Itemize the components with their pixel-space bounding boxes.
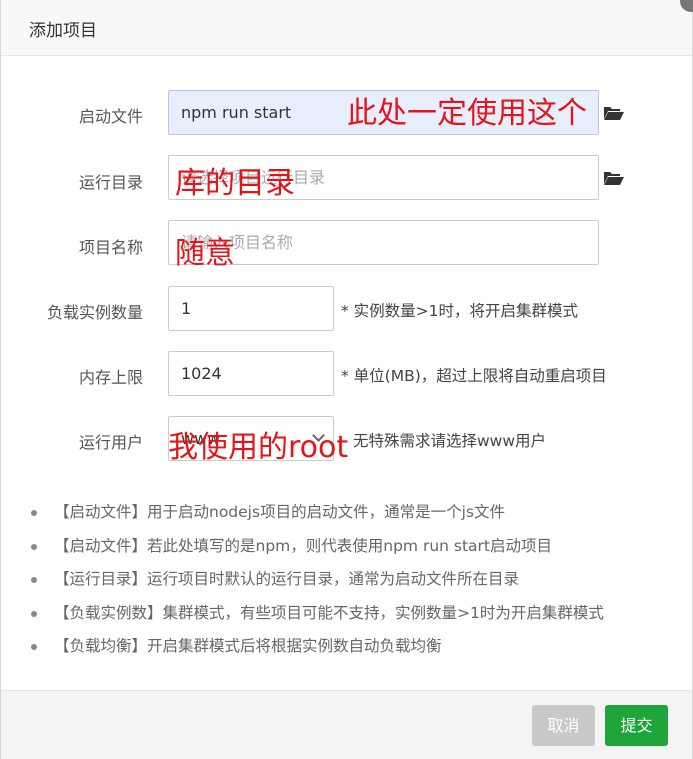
add-project-dialog: 添加项目 启动文件 npm run start 此处一定使用这个 运行目录 请选… (0, 0, 693, 759)
tip-item: 【负载均衡】开启集群模式后将根据实例数自动负载均衡 (29, 632, 669, 666)
instances-value: 1 (181, 299, 192, 318)
cancel-button[interactable]: 取消 (532, 705, 595, 746)
run-user-label: 运行用户 (78, 433, 143, 452)
run-user-hint: 无特殊需求请选择www用户 (353, 432, 547, 450)
start-file-value: npm run start (181, 103, 292, 122)
tip-item: 【启动文件】若此处填写的是npm，则代表使用npm run start启动项目 (29, 532, 669, 566)
instances-label: 负载实例数量 (46, 303, 143, 322)
memory-hint: * 单位(MB)，超过上限将自动重启项目 (341, 367, 607, 385)
tip-item: 【启动文件】用于启动nodejs项目的启动文件，通常是一个js文件 (29, 498, 669, 532)
annotation-start-file: 此处一定使用这个 (347, 96, 587, 131)
submit-button[interactable]: 提交 (605, 705, 668, 746)
close-icon[interactable] (680, 0, 693, 12)
project-name-label: 项目名称 (78, 238, 143, 257)
folder-open-icon[interactable] (603, 105, 625, 121)
folder-open-icon[interactable] (603, 170, 625, 186)
dialog-header: 添加项目 (1, 0, 693, 56)
instances-input[interactable]: 1 (168, 286, 334, 331)
annotation-project-name: 随意 (175, 236, 235, 271)
tip-item: 【运行目录】运行项目时默认的运行目录，通常为启动文件所在目录 (29, 565, 669, 599)
tip-item: 【负载实例数】集群模式，有些项目可能不支持，实例数量>1时为开启集群模式 (29, 599, 669, 633)
instances-hint: * 实例数量>1时，将开启集群模式 (341, 302, 579, 320)
annotation-run-dir: 库的目录 (175, 166, 295, 201)
dialog-footer: 取消 提交 (1, 690, 692, 759)
tips-list: 【启动文件】用于启动nodejs项目的启动文件，通常是一个js文件 【启动文件】… (29, 498, 669, 666)
memory-label: 内存上限 (78, 368, 143, 387)
memory-value: 1024 (181, 364, 222, 383)
annotation-run-user: 我使用的root (168, 430, 349, 465)
dialog-title: 添加项目 (29, 21, 97, 41)
start-file-label: 启动文件 (78, 107, 143, 126)
run-dir-label: 运行目录 (78, 173, 143, 192)
memory-input[interactable]: 1024 (168, 351, 334, 396)
